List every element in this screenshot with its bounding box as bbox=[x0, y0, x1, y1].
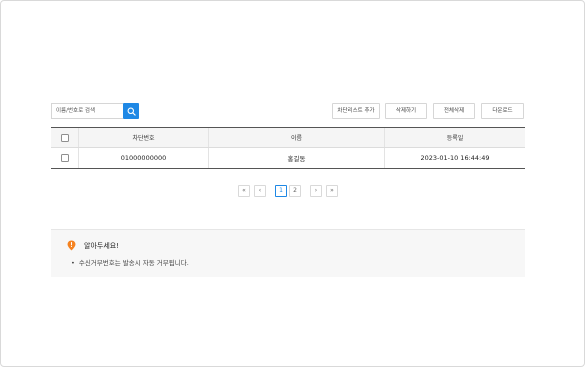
search-button[interactable] bbox=[123, 103, 139, 119]
download-button[interactable]: 다운로드 bbox=[481, 103, 524, 119]
header-block-number[interactable]: 차단번호 bbox=[78, 128, 208, 147]
notice-title: 알아두세요! bbox=[84, 242, 120, 250]
table-row[interactable]: 01000000000 홍길동 2023-01-10 16:44:49 bbox=[51, 148, 525, 168]
search-input[interactable]: 이름/번호로 검색 bbox=[51, 103, 123, 119]
search-icon bbox=[127, 107, 136, 116]
header-registered-date[interactable]: 등록일 bbox=[384, 128, 525, 147]
search-placeholder: 이름/번호로 검색 bbox=[56, 108, 96, 114]
table-header-row: 차단번호 이름 등록일 bbox=[51, 128, 525, 148]
notice-item-text: 수신거부번호는 발송시 자동 거부됩니다. bbox=[78, 259, 189, 267]
window-frame bbox=[0, 0, 585, 367]
last-page-button[interactable]: » bbox=[326, 185, 338, 197]
cell-registered-date: 2023-01-10 16:44:49 bbox=[384, 148, 525, 168]
delete-button[interactable]: 삭제하기 bbox=[385, 103, 427, 119]
page-1-button[interactable]: 1 bbox=[275, 185, 287, 197]
row-checkbox-cell bbox=[51, 148, 78, 168]
notice-item: • 수신거부번호는 발송시 자동 거부됩니다. bbox=[71, 257, 189, 267]
header-name[interactable]: 이름 bbox=[208, 128, 384, 147]
row-checkbox[interactable] bbox=[60, 154, 69, 162]
add-blocklist-button[interactable]: 차단리스트 추가 bbox=[332, 103, 380, 119]
blocklist-table: 차단번호 이름 등록일 01000000000 홍길동 2023-01-10 1… bbox=[51, 127, 525, 169]
delete-all-button[interactable]: 전체삭제 bbox=[433, 103, 475, 119]
select-all-checkbox[interactable] bbox=[60, 133, 69, 142]
notice-box: 알아두세요! • 수신거부번호는 발송시 자동 거부됩니다. bbox=[51, 229, 525, 277]
next-page-button[interactable]: › bbox=[310, 185, 322, 197]
warning-pin-icon bbox=[67, 240, 76, 251]
prev-page-button[interactable]: ‹ bbox=[254, 185, 266, 197]
cell-name: 홍길동 bbox=[208, 148, 384, 168]
page-2-button[interactable]: 2 bbox=[289, 185, 301, 197]
first-page-button[interactable]: « bbox=[238, 185, 250, 197]
header-checkbox-cell bbox=[51, 128, 78, 147]
bullet: • bbox=[71, 259, 75, 267]
cell-block-number: 01000000000 bbox=[78, 148, 208, 168]
